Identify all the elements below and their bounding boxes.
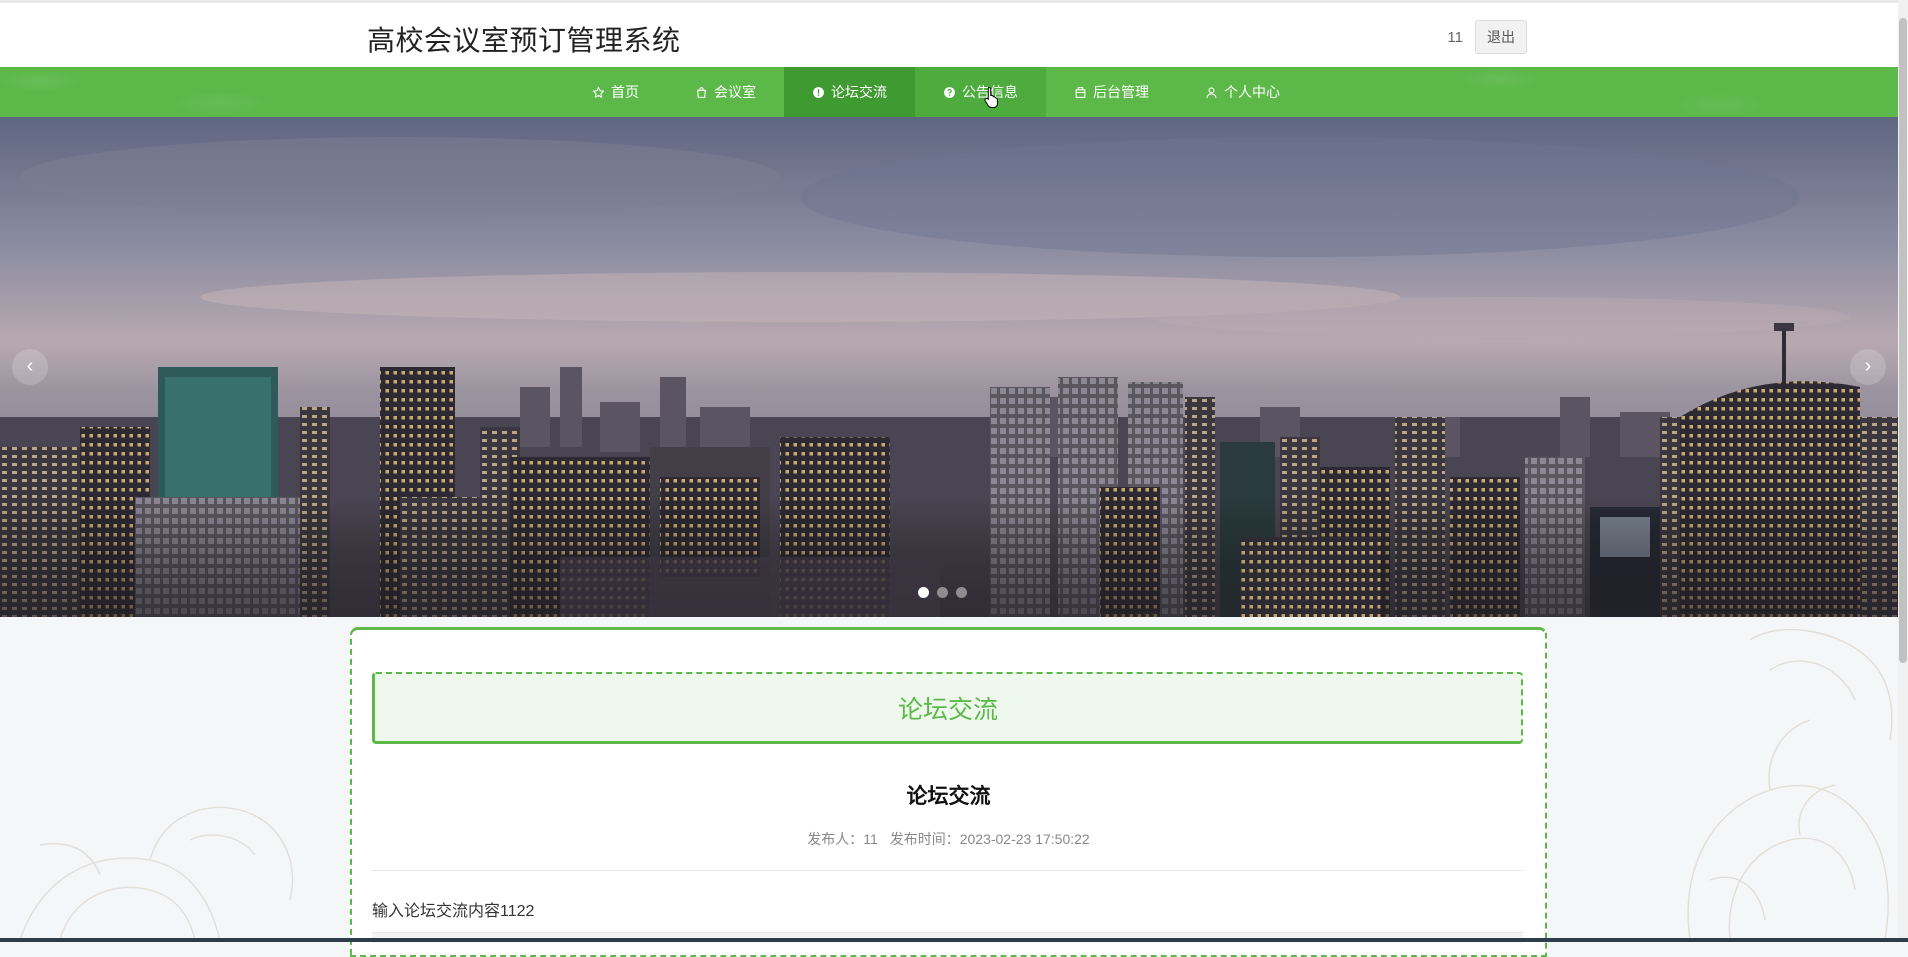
post-title: 论坛交流 xyxy=(906,785,991,808)
page-scrollbar[interactable] xyxy=(1898,0,1908,942)
publish-time-field: 发布时间：2023-02-23 17:50:22 xyxy=(890,831,1090,847)
city-skyline-image xyxy=(0,117,1898,617)
nav-item-label: 后台管理 xyxy=(1093,84,1149,100)
nav-item-label: 论坛交流 xyxy=(831,84,887,100)
star-icon xyxy=(592,86,605,99)
post-body: 输入论坛交流内容1122 xyxy=(372,903,535,920)
publisher-value: 11 xyxy=(863,831,878,847)
nav-item-label: 会议室 xyxy=(714,84,756,100)
nav-item-label: 个人中心 xyxy=(1224,84,1280,100)
publish-time-value: 2023-02-23 17:50:22 xyxy=(959,831,1090,847)
user-icon xyxy=(1205,86,1218,99)
carousel-dot[interactable] xyxy=(937,587,948,598)
flower-decoration-right xyxy=(1687,628,1893,940)
nav-item-forum[interactable]: 论坛交流 xyxy=(784,67,915,117)
nav-item-announcement[interactable]: 公告信息 xyxy=(915,67,1046,117)
exclamation-circle-icon xyxy=(812,86,825,99)
nav-item-label: 公告信息 xyxy=(962,84,1018,100)
nav-item-home[interactable]: 首页 xyxy=(564,67,667,117)
scrollbar-thumb[interactable] xyxy=(1899,18,1907,663)
divider xyxy=(372,870,1523,871)
flower-decoration-left xyxy=(19,806,294,940)
site-title: 高校会议室预订管理系统 xyxy=(367,25,681,56)
forum-detail-card: 论坛交流 论坛交流 发布人：11 发布时间：2023-02-23 17:50:2… xyxy=(350,627,1547,957)
banner-carousel: ‹ › xyxy=(0,117,1898,617)
nav-item-label: 首页 xyxy=(611,84,639,100)
logout-button[interactable]: 退出 xyxy=(1475,20,1527,54)
publish-time-label: 发布时间： xyxy=(889,831,960,847)
taskbar-edge xyxy=(0,938,1908,942)
post-meta: 发布人：11 发布时间：2023-02-23 17:50:22 xyxy=(352,829,1545,849)
publisher-label: 发布人： xyxy=(807,831,864,847)
nav-item-meeting-room[interactable]: 会议室 xyxy=(667,67,784,117)
box-icon xyxy=(1074,86,1087,99)
main-nav: 首页 会议室 论坛交流 公告信息 后台管理 个人中心 xyxy=(0,67,1898,117)
nav-item-profile[interactable]: 个人中心 xyxy=(1177,67,1308,117)
publisher-field: 发布人：11 xyxy=(807,831,878,847)
user-box: 11 退出 xyxy=(1447,20,1527,54)
section-header: 论坛交流 xyxy=(372,672,1523,744)
top-header: 高校会议室预订管理系统 11 退出 xyxy=(0,0,1898,67)
carousel-dot[interactable] xyxy=(956,587,967,598)
question-circle-icon xyxy=(943,86,956,99)
carousel-prev-button[interactable]: ‹ xyxy=(12,349,48,385)
carousel-next-button[interactable]: › xyxy=(1850,349,1886,385)
carousel-dot[interactable] xyxy=(918,587,929,598)
username-label: 11 xyxy=(1447,28,1463,46)
carousel-indicators xyxy=(918,587,967,598)
bag-icon xyxy=(695,86,708,99)
nav-item-admin[interactable]: 后台管理 xyxy=(1046,67,1177,117)
